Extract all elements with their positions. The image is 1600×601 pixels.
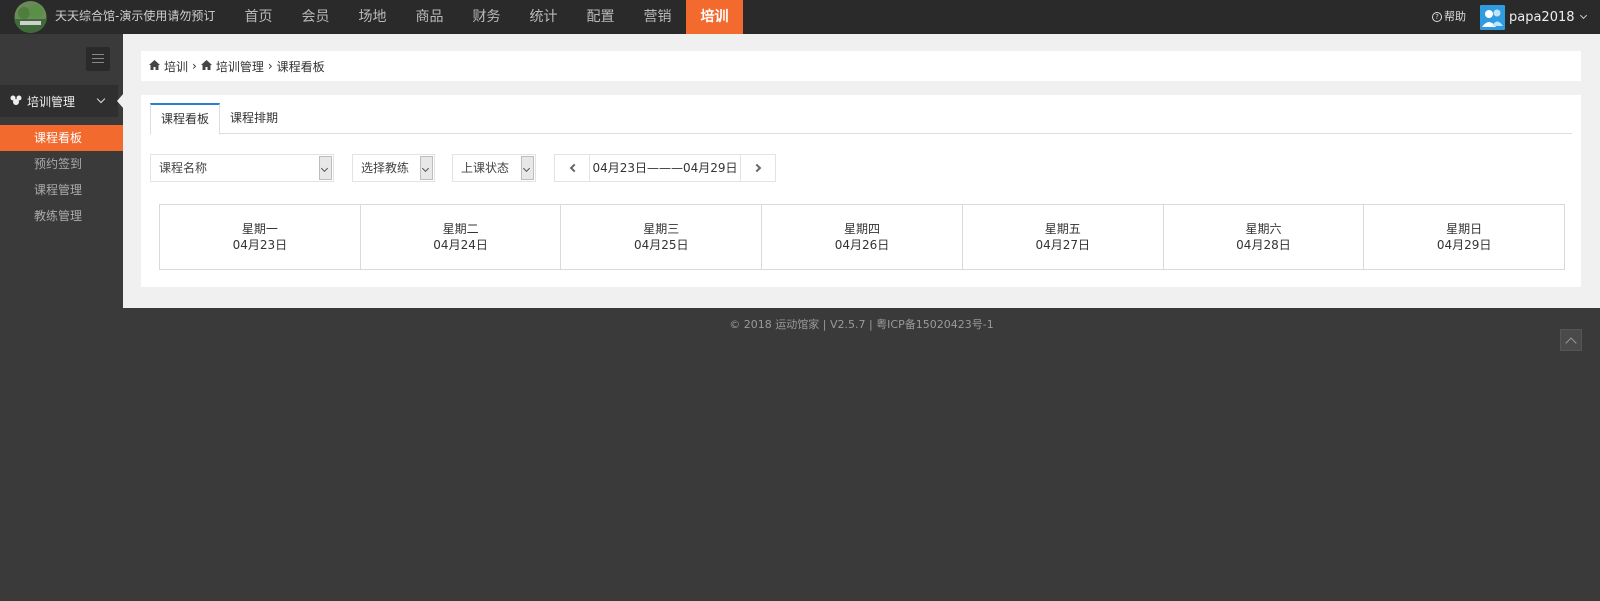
status-select[interactable]: 上课状态: [452, 154, 536, 182]
nav-members[interactable]: 会员: [287, 0, 344, 34]
breadcrumb-separator: ›: [192, 59, 197, 73]
venue-logo: [14, 1, 47, 33]
day-column[interactable]: 星期一 04月23日: [160, 205, 361, 269]
weekday-label: 星期四: [844, 222, 881, 236]
week-navigator: 04月23日———04月29日: [554, 154, 776, 182]
help-link[interactable]: ? 帮助: [1432, 0, 1466, 34]
day-date: 04月23日: [232, 238, 288, 252]
tab-course-board[interactable]: 课程看板: [150, 103, 221, 135]
menu-toggle-button[interactable]: [86, 47, 110, 71]
chevron-down-icon: [96, 94, 106, 104]
nav-finance[interactable]: 财务: [458, 0, 515, 34]
day-date: 04月24日: [433, 238, 488, 252]
chevron-down-icon: [319, 156, 332, 180]
hamburger-icon: [92, 54, 104, 55]
nav-training[interactable]: 培训: [686, 0, 743, 34]
chevron-right-icon: [752, 163, 761, 173]
top-navbar: 天天综合馆-演示使用请勿预订 首页 会员 场地 商品 财务 统计 配置 营销 培…: [0, 0, 1600, 34]
sidebar-item-course-board[interactable]: 课程看板: [0, 125, 123, 151]
chevron-down-icon: [521, 156, 534, 180]
home-icon: [200, 59, 212, 73]
user-menu[interactable]: papa2018: [1480, 3, 1587, 31]
day-column[interactable]: 星期五 04月27日: [963, 205, 1164, 269]
day-column[interactable]: 星期三 04月25日: [561, 205, 763, 269]
chevron-left-icon: [569, 163, 578, 173]
coach-select-value: 选择教练: [361, 161, 410, 175]
breadcrumb: 培训 › 培训管理 › 课程看板: [141, 51, 1581, 81]
day-date: 04月28日: [1236, 238, 1291, 252]
question-circle-icon: ?: [1432, 12, 1442, 22]
nav-home[interactable]: 首页: [230, 0, 287, 34]
next-week-button[interactable]: [741, 155, 775, 181]
nav-config[interactable]: 配置: [572, 0, 629, 34]
nav-products[interactable]: 商品: [401, 0, 458, 34]
course-name-select[interactable]: 课程名称: [150, 154, 334, 182]
app-title: 天天综合馆-演示使用请勿预订: [55, 9, 216, 23]
sidebar-section-label: 培训管理: [27, 94, 76, 109]
prev-week-button[interactable]: [555, 155, 589, 181]
breadcrumb-separator: ›: [267, 59, 273, 73]
users-icon: [9, 94, 23, 109]
username: papa2018: [1509, 9, 1575, 25]
weekday-label: 星期三: [643, 222, 680, 236]
nav-venues[interactable]: 场地: [344, 0, 401, 34]
back-to-top-button[interactable]: [1560, 329, 1582, 351]
weekday-label: 星期五: [1044, 222, 1081, 236]
main-nav: 首页 会员 场地 商品 财务 统计 配置 营销 培训: [230, 0, 743, 34]
weekday-label: 星期六: [1245, 222, 1282, 236]
home-icon: [149, 59, 160, 73]
sidebar-items: 课程看板 预约签到 课程管理 教练管理: [0, 125, 123, 229]
tab-course-schedule[interactable]: 课程排期: [220, 103, 288, 134]
sidebar-item-coach-management[interactable]: 教练管理: [0, 203, 123, 229]
breadcrumb-current: 课程看板: [276, 59, 325, 74]
day-column[interactable]: 星期四 04月26日: [762, 205, 963, 269]
day-column[interactable]: 星期日 04月29日: [1364, 205, 1564, 269]
chevron-down-icon: [420, 156, 433, 180]
day-date: 04月26日: [834, 238, 890, 252]
breadcrumb-item[interactable]: 培训: [164, 58, 188, 75]
sidebar-section-training[interactable]: 培训管理: [0, 85, 124, 117]
coach-select[interactable]: 选择教练: [352, 154, 435, 182]
footer-copyright: © 2018 运动馆家 | V2.5.7 | 粤ICP备15020423号-1: [729, 318, 994, 331]
weekday-label: 星期日: [1446, 222, 1483, 236]
day-date: 04月25日: [634, 238, 689, 252]
course-name-select-value: 课程名称: [159, 161, 208, 175]
week-header: 星期一 04月23日 星期二 04月24日 星期三 04月25日 星期四 04月…: [159, 204, 1565, 270]
day-column[interactable]: 星期二 04月24日: [361, 205, 562, 269]
chevron-down-icon: [1579, 11, 1587, 20]
breadcrumb-item[interactable]: 培训管理: [216, 58, 264, 75]
day-date: 04月27日: [1035, 238, 1090, 252]
sidebar: 培训管理 课程看板 预约签到 课程管理 教练管理: [0, 34, 124, 601]
day-column[interactable]: 星期六 04月28日: [1164, 205, 1365, 269]
sidebar-item-course-management[interactable]: 课程管理: [0, 177, 123, 203]
date-range: 04月23日———04月29日: [589, 155, 741, 181]
weekday-label: 星期一: [241, 222, 278, 236]
tab-bar: 课程看板 课程排期: [150, 103, 1572, 135]
day-date: 04月29日: [1436, 238, 1492, 252]
weekday-label: 星期二: [442, 222, 479, 236]
status-select-value: 上课状态: [461, 161, 510, 175]
help-label: 帮助: [1444, 10, 1466, 23]
avatar: [1480, 4, 1505, 30]
nav-marketing[interactable]: 营销: [629, 0, 686, 34]
nav-statistics[interactable]: 统计: [515, 0, 572, 34]
sidebar-item-booking-checkin[interactable]: 预约签到: [0, 151, 123, 177]
